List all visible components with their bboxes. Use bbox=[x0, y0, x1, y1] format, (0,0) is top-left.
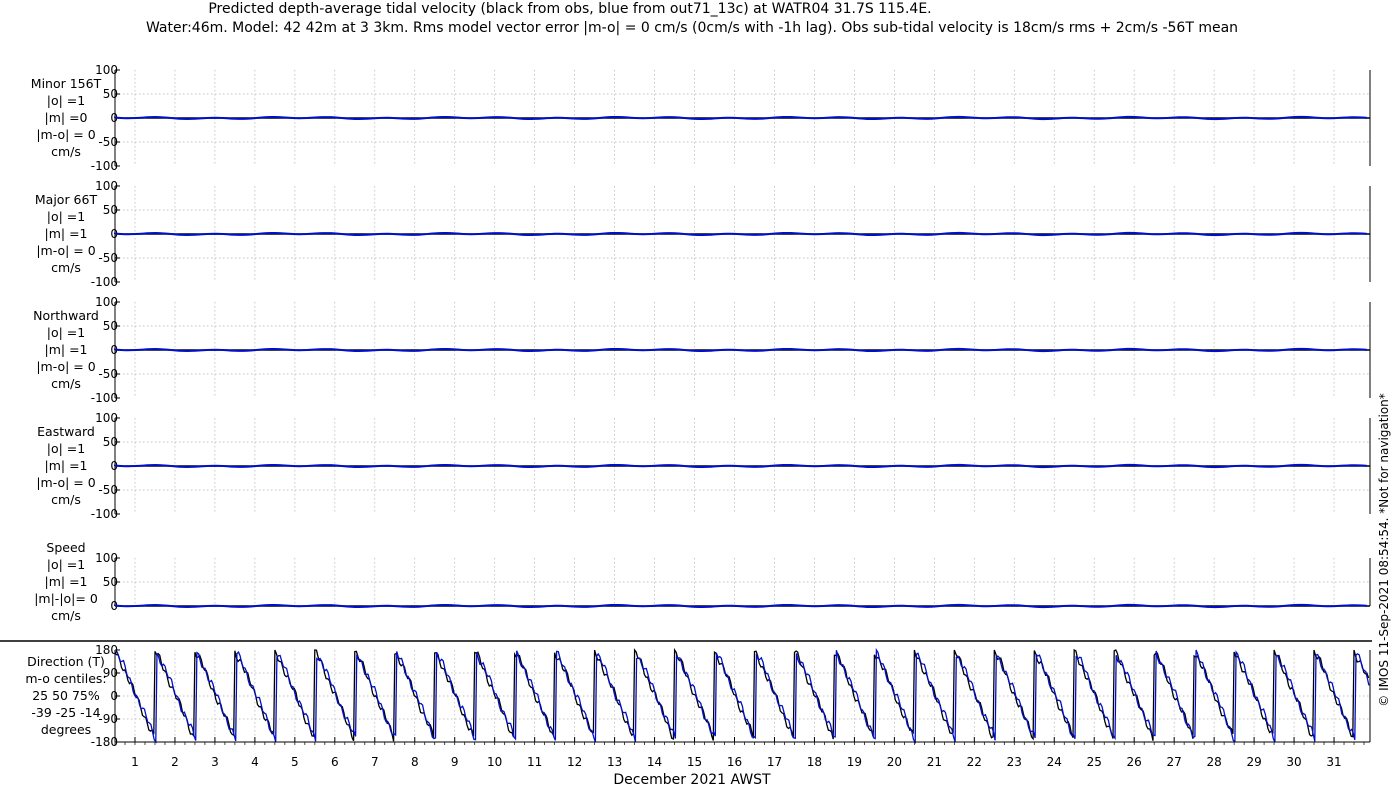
panel-label-line: |m| =1 bbox=[45, 458, 88, 473]
y-tick-label: -100 bbox=[91, 391, 118, 405]
x-tick-label: 28 bbox=[1206, 755, 1221, 769]
panel-label-line: |m|-|o|= 0 bbox=[34, 591, 98, 606]
x-tick-label: 31 bbox=[1326, 755, 1341, 769]
panel-label-line: |o| =1 bbox=[47, 209, 85, 224]
panel-label-line: Northward bbox=[33, 308, 99, 323]
x-tick-label: 25 bbox=[1087, 755, 1102, 769]
panel-label-line: |o| =1 bbox=[47, 325, 85, 340]
x-tick-label: 3 bbox=[211, 755, 219, 769]
y-tick-label: -180 bbox=[91, 735, 118, 749]
x-tick-label: 4 bbox=[251, 755, 259, 769]
series-line-model bbox=[114, 231, 1368, 237]
panel-label-line: 25 50 75% bbox=[32, 688, 100, 703]
panel-label-line: cm/s bbox=[51, 376, 81, 391]
x-tick-label: 27 bbox=[1167, 755, 1182, 769]
x-tick-label: 10 bbox=[487, 755, 502, 769]
y-tick-label: -100 bbox=[91, 275, 118, 289]
chart-title-line-2: Water:46m. Model: 42 42m at 3 3km. Rms m… bbox=[146, 20, 1238, 36]
panel-label-line: |m-o| = 0 bbox=[36, 243, 95, 258]
x-tick-label: 26 bbox=[1127, 755, 1142, 769]
panel-major: 100500-50-100Major 66T|o| =1|m| =1|m-o| … bbox=[35, 179, 1371, 289]
x-tick-label: 23 bbox=[1007, 755, 1022, 769]
x-tick-label: 12 bbox=[567, 755, 582, 769]
series-line-obs-direction bbox=[114, 647, 1370, 742]
series-line-model bbox=[114, 603, 1368, 609]
panel-label-line: cm/s bbox=[51, 260, 81, 275]
x-tick-label: 7 bbox=[371, 755, 379, 769]
x-tick-label: 24 bbox=[1047, 755, 1062, 769]
x-tick-label: 11 bbox=[527, 755, 542, 769]
panel-label-line: Major 66T bbox=[35, 192, 98, 207]
tidal-velocity-figure: Predicted depth-average tidal velocity (… bbox=[0, 1, 1391, 788]
x-tick-label: 13 bbox=[607, 755, 622, 769]
panel-label-line: Direction (T) bbox=[27, 654, 105, 669]
panels: 100500-50-100Minor 156T|o| =1|m| =0|m-o|… bbox=[25, 63, 1371, 749]
y-tick-label: 50 bbox=[103, 203, 118, 217]
x-tick-label: 6 bbox=[331, 755, 339, 769]
panel-label-line: |o| =1 bbox=[47, 441, 85, 456]
panel-label-line: m-o centiles: bbox=[25, 671, 106, 686]
panel-label-line: |m| =1 bbox=[45, 226, 88, 241]
x-tick-label: 2 bbox=[171, 755, 179, 769]
x-tick-label: 29 bbox=[1246, 755, 1261, 769]
series-line-model bbox=[114, 463, 1368, 469]
y-tick-label: 50 bbox=[103, 319, 118, 333]
chart-title-line-1: Predicted depth-average tidal velocity (… bbox=[208, 1, 931, 17]
panel-label-line: |m| =1 bbox=[45, 574, 88, 589]
series-line-model bbox=[114, 115, 1368, 121]
x-tick-label: 16 bbox=[727, 755, 742, 769]
x-tick-label: 19 bbox=[847, 755, 862, 769]
panel-label-line: Minor 156T bbox=[31, 76, 102, 91]
x-tick-label: 15 bbox=[687, 755, 702, 769]
x-tick-label: 21 bbox=[927, 755, 942, 769]
x-axis: 1 2 3 4 5 6 7 8 9 10 11 12 13 14 15 16 17 18 19 20 21 22 23 24 2… bbox=[114, 737, 1370, 769]
x-tick-label: 14 bbox=[647, 755, 662, 769]
panel-label-line: |m-o| = 0 bbox=[36, 359, 95, 374]
panel-label-line: |m-o| = 0 bbox=[36, 475, 95, 490]
y-tick-label: 50 bbox=[103, 435, 118, 449]
x-tick-label: 1 bbox=[131, 755, 139, 769]
y-tick-label: -100 bbox=[91, 159, 118, 173]
series-line-model bbox=[114, 347, 1368, 353]
x-tick-label: 18 bbox=[807, 755, 822, 769]
x-tick-label: 5 bbox=[291, 755, 299, 769]
panel-label-line: |m-o| = 0 bbox=[36, 127, 95, 142]
x-tick-label: 22 bbox=[967, 755, 982, 769]
copyright-note: © IMOS 11-Sep-2021 08:54:54. *Not for na… bbox=[1377, 393, 1391, 707]
x-axis-label: December 2021 AWST bbox=[613, 772, 771, 788]
panel-speed: 100500Speed|o| =1|m| =1|m|-|o|= 0cm/s bbox=[34, 540, 1371, 623]
panel-label-line: cm/s bbox=[51, 144, 81, 159]
panel-north: 100500-50-100Northward|o| =1|m| =1|m-o| … bbox=[33, 295, 1371, 405]
panel-label-line: Eastward bbox=[37, 424, 95, 439]
y-tick-label: -100 bbox=[91, 507, 118, 521]
x-tick-label: 30 bbox=[1286, 755, 1301, 769]
panel-label-line: Speed bbox=[46, 540, 85, 555]
panel-label-line: |o| =1 bbox=[47, 93, 85, 108]
panel-label-line: -39 -25 -14 bbox=[31, 705, 100, 720]
x-tick-label: 17 bbox=[767, 755, 782, 769]
panel-label-line: degrees bbox=[41, 722, 91, 737]
panel-east: 100500-50-100Eastward|o| =1|m| =1|m-o| =… bbox=[36, 411, 1371, 521]
panel-label-line: |o| =1 bbox=[47, 557, 85, 572]
y-tick-label: 50 bbox=[103, 87, 118, 101]
x-tick-label: 20 bbox=[887, 755, 902, 769]
panel-minor: 100500-50-100Minor 156T|o| =1|m| =0|m-o|… bbox=[31, 63, 1371, 173]
panel-label-line: cm/s bbox=[51, 492, 81, 507]
x-tick-label: 8 bbox=[411, 755, 419, 769]
x-tick-label: 9 bbox=[451, 755, 459, 769]
panel-label-line: |m| =0 bbox=[45, 110, 88, 125]
panel-label-line: cm/s bbox=[51, 608, 81, 623]
panel-label-line: |m| =1 bbox=[45, 342, 88, 357]
panel-direction: 180900-90-180Direction (T)m-o centiles:2… bbox=[25, 643, 1371, 749]
y-tick-label: 0 bbox=[110, 689, 118, 703]
series-line-model-direction bbox=[116, 647, 1370, 745]
y-tick-label: 50 bbox=[103, 575, 118, 589]
